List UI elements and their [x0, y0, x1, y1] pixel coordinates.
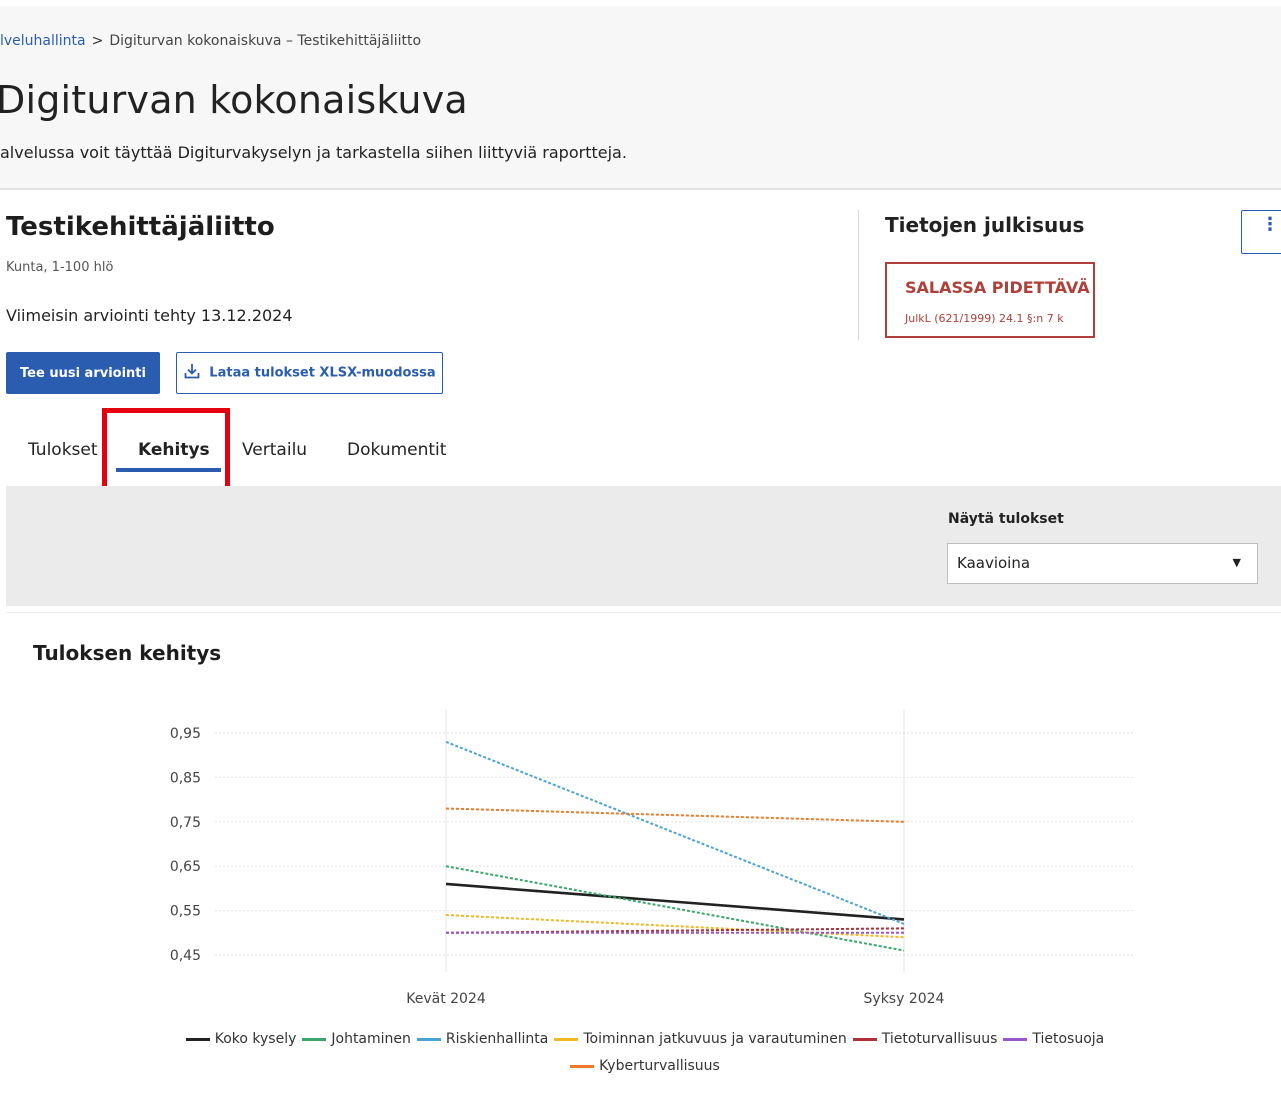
- series-line: [445, 740, 905, 925]
- legend-label: Tietosuoja: [1032, 1031, 1105, 1047]
- organization-subtitle: Kunta, 1-100 hlö: [6, 260, 114, 275]
- series-line: [445, 807, 905, 823]
- kebab-menu-icon: ⋮: [1261, 214, 1279, 235]
- y-tick-label: 0,55: [170, 904, 201, 920]
- breadcrumb-separator: >: [91, 33, 104, 49]
- tab-tulokset[interactable]: Tulokset: [28, 440, 98, 460]
- legend-item[interactable]: Koko kysely: [185, 1026, 297, 1053]
- legend-item[interactable]: Tietoturvallisuus: [852, 1026, 998, 1053]
- classification-label: SALASSA PIDETTÄVÄ: [905, 278, 1090, 297]
- legend-swatch: [416, 1037, 441, 1041]
- series-line: [445, 865, 905, 952]
- classification-law-reference: JulkL (621/1999) 24.1 §:n 7 k: [905, 312, 1064, 325]
- y-tick-label: 0,75: [170, 815, 201, 831]
- legend-swatch: [570, 1064, 595, 1068]
- show-results-select[interactable]: Kaavioina ▼: [947, 543, 1258, 584]
- breadcrumb-current: Digiturvan kokonaiskuva – Testikehittäjä…: [109, 33, 422, 49]
- tab-dokumentit[interactable]: Dokumentit: [347, 440, 446, 460]
- legend-label: Tietoturvallisuus: [881, 1031, 998, 1047]
- y-tick-label: 0,65: [170, 859, 201, 875]
- legend-swatch: [1003, 1037, 1028, 1041]
- show-results-label: Näytä tulokset: [948, 511, 1064, 527]
- publicity-title: Tietojen julkisuus: [885, 213, 1085, 237]
- new-assessment-button[interactable]: Tee uusi arviointi: [6, 352, 160, 394]
- chart-title: Tuloksen kehitys: [33, 641, 222, 665]
- x-tick-label: Syksy 2024: [864, 991, 945, 1007]
- tab-vertailu[interactable]: Vertailu: [242, 440, 307, 460]
- y-tick-label: 0,95: [170, 726, 201, 742]
- chart-legend: Koko kysely Johtaminen Riskienhallinta Toim…: [140, 1026, 1150, 1080]
- download-xlsx-label: Lataa tulokset XLSX-muodossa: [209, 365, 436, 381]
- legend-swatch: [302, 1037, 327, 1041]
- download-icon: [183, 362, 201, 384]
- classification-stamp: SALASSA PIDETTÄVÄ JulkL (621/1999) 24.1 …: [885, 262, 1095, 338]
- legend-swatch: [185, 1037, 210, 1041]
- legend-item[interactable]: Tietosuoja: [1003, 1026, 1104, 1053]
- organization-name: Testikehittäjäliitto: [6, 212, 275, 242]
- vertical-divider: [858, 210, 859, 340]
- more-options-button[interactable]: ⋮: [1241, 210, 1281, 254]
- legend-label: Toiminnan jatkuvuus ja varautuminen: [583, 1031, 847, 1047]
- y-tick-label: 0,85: [170, 770, 201, 786]
- legend-item[interactable]: Johtaminen: [302, 1026, 411, 1053]
- development-line-chart: 0,95 0,85 0,75 0,65 0,55 0,45 Kevät 2024 Syksy …: [170, 710, 1133, 1007]
- page-title: Digiturvan kokonaiskuva: [0, 78, 468, 122]
- series-line: [445, 914, 905, 939]
- series-line: [445, 927, 905, 934]
- breadcrumb-parent-link[interactable]: lveluhallinta: [0, 33, 86, 49]
- breadcrumb: lveluhallinta > Digiturvan kokonaiskuva – …: [0, 33, 421, 49]
- legend-item[interactable]: Kyberturvallisuus: [570, 1053, 720, 1080]
- legend-item[interactable]: Toiminnan jatkuvuus ja varautuminen: [554, 1026, 847, 1053]
- last-assessment-text: Viimeisin arviointi tehty 13.12.2024: [6, 306, 293, 325]
- caret-down-icon: ▼: [1232, 556, 1241, 569]
- show-results-value: Kaavioina: [957, 554, 1031, 572]
- legend-label: Koko kysely: [214, 1031, 297, 1047]
- download-xlsx-button[interactable]: Lataa tulokset XLSX-muodossa: [176, 352, 443, 394]
- legend-label: Kyberturvallisuus: [599, 1058, 720, 1074]
- series-line: [445, 882, 905, 921]
- legend-label: Johtaminen: [331, 1031, 411, 1047]
- legend-label: Riskienhallinta: [445, 1031, 549, 1047]
- x-tick-label: Kevät 2024: [406, 991, 486, 1007]
- legend-swatch: [852, 1037, 877, 1041]
- legend-item[interactable]: Riskienhallinta: [416, 1026, 549, 1053]
- y-tick-label: 0,45: [170, 948, 201, 964]
- page-lead: alvelussa voit täyttää Digiturvakyselyn …: [0, 143, 627, 162]
- legend-swatch: [554, 1037, 579, 1041]
- header-top-strip: [0, 0, 1281, 6]
